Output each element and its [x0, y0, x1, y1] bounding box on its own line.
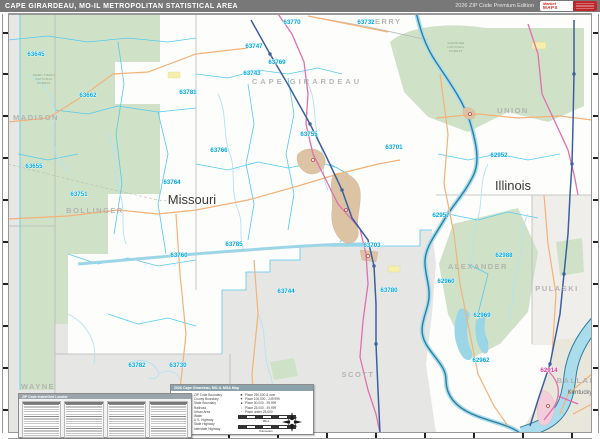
county-label: WAYNE [21, 382, 55, 391]
title-bar: CAPE GIRARDEAU, MO-IL METROPOLITAN STATI… [0, 0, 600, 12]
zip-label: 62957 [432, 212, 450, 219]
zip-label: 62952 [490, 152, 508, 159]
marketmaps-logo: Market MAPS [540, 1, 597, 11]
zip-label: 63655 [25, 163, 43, 170]
county-label: CAPE GIRARDEAU [252, 77, 362, 86]
zip-label: 63785 [225, 241, 243, 248]
zip-index-panel: ZIP Code Index/Grid Locator [18, 393, 192, 438]
zip-label: 63766 [210, 147, 228, 154]
forest-label: FOREST [37, 81, 51, 85]
zip-label: 63701 [385, 144, 403, 151]
county-label: SCOTT [342, 370, 375, 379]
map-canvas: Missouri Illinois Kentucky MADISON BOLLI… [8, 14, 592, 433]
zip-label: 62969 [473, 312, 491, 319]
edition-label: 2026 ZIP Code Premium Edition [455, 3, 534, 9]
zip-label: 63730 [169, 362, 187, 369]
zip-label: 62960 [437, 278, 455, 285]
place-symbol: · [238, 410, 245, 414]
county-label: BOLLINGER [66, 206, 124, 215]
zip-label: 63662 [79, 92, 97, 99]
zip-label: 63743 [243, 70, 261, 77]
forest-label: FOREST [449, 49, 463, 53]
zip-label: 63782 [128, 362, 146, 369]
compass-rose-icon [281, 411, 303, 433]
state-label-kentucky: Kentucky [568, 390, 592, 396]
map-poster-page: CAPE GIRARDEAU, MO-IL METROPOLITAN STATI… [0, 0, 600, 439]
zip-label: 63780 [380, 287, 398, 294]
zip-index-column [64, 401, 103, 438]
zip-label: 63732 [357, 19, 375, 26]
zip-label: 63744 [277, 288, 295, 295]
zip-label: 63769 [268, 59, 286, 66]
zip-index-column [107, 401, 146, 438]
zip-label: 62914 [540, 367, 558, 374]
zip-label: 63770 [283, 19, 301, 26]
zip-index-column [22, 401, 61, 438]
page-title: CAPE GIRARDEAU, MO-IL METROPOLITAN STATI… [0, 3, 238, 10]
zip-label: 62962 [472, 357, 490, 364]
zip-index-column [149, 401, 188, 438]
logo-red-panel [573, 1, 597, 11]
place-label: Place under 25,000 [245, 410, 273, 414]
zip-label: 63764 [163, 179, 181, 186]
zip-label: 63781 [179, 89, 197, 96]
zip-label: 63751 [70, 191, 88, 198]
grid-ruler-right [593, 14, 599, 433]
county-label: MADISON [13, 113, 59, 122]
state-label-missouri: Missouri [168, 192, 217, 207]
county-label: UNION [497, 106, 529, 115]
zip-index-columns [19, 399, 191, 439]
zip-label: 63760 [170, 252, 188, 259]
county-label: PULASKI [535, 284, 578, 293]
county-label: BALLARD [557, 376, 592, 385]
zip-label: 63747 [245, 43, 263, 50]
zip-label: 63645 [27, 51, 45, 58]
county-label: ALEXANDER [448, 262, 508, 271]
legend-item-label: Interstate Highway [194, 427, 220, 431]
zip-label: 63703 [363, 242, 381, 249]
logo-word2: MAPS [543, 6, 573, 10]
state-label-illinois: Illinois [495, 178, 532, 193]
zip-label: 62988 [495, 252, 513, 259]
zip-label: 63755 [300, 131, 318, 138]
